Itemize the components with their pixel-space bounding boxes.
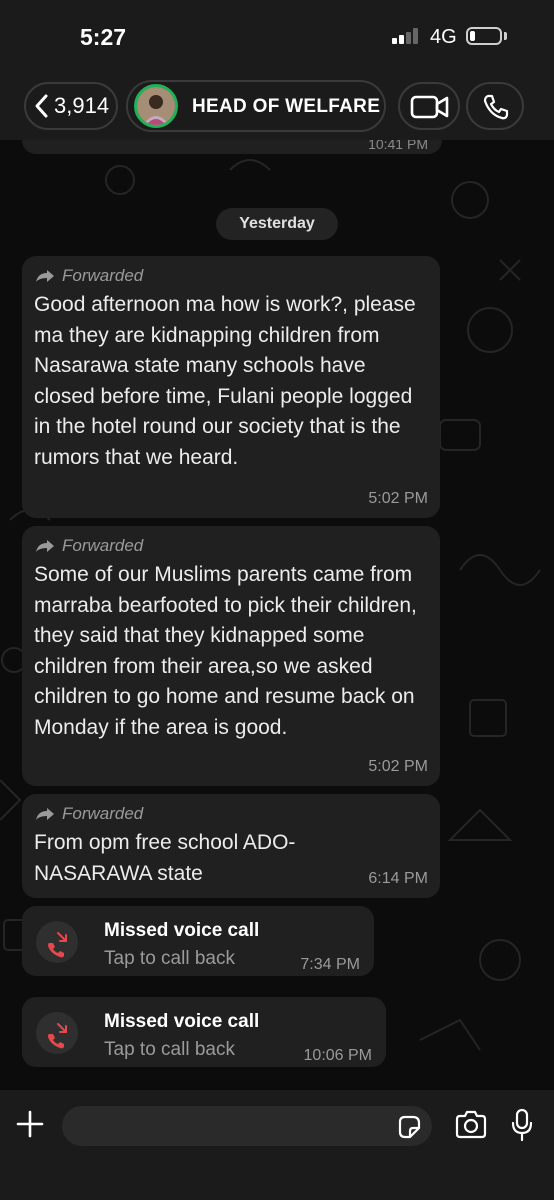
camera-icon[interactable]: [454, 1110, 488, 1140]
message-time: 6:14 PM: [368, 870, 428, 887]
avatar[interactable]: [134, 84, 178, 128]
video-call-button[interactable]: [398, 82, 460, 130]
previous-message-bubble[interactable]: 10:41 PM: [22, 140, 442, 154]
status-time: 5:27: [80, 24, 127, 50]
call-title: Missed voice call: [104, 1011, 260, 1032]
missed-call-icon: [36, 921, 78, 963]
signal-icon: [392, 28, 418, 44]
call-time: 10:06 PM: [303, 1047, 372, 1064]
message-time: 5:02 PM: [368, 758, 428, 775]
forward-arrow-icon: [36, 808, 54, 820]
message-input[interactable]: [62, 1106, 432, 1146]
message-bubble[interactable]: Forwarded From opm free school ADO-NASAR…: [22, 794, 440, 898]
network-type: 4G: [430, 26, 457, 48]
forwarded-label: Forwarded: [34, 536, 426, 556]
contact-info-button[interactable]: HEAD OF WELFARE: [126, 80, 386, 132]
forwarded-label: Forwarded: [34, 804, 426, 824]
forward-arrow-icon: [36, 270, 54, 282]
forward-arrow-icon: [36, 540, 54, 552]
message-text: From opm free school ADO-NASARAWA state: [34, 831, 296, 885]
contact-name: HEAD OF WELFARE: [192, 96, 381, 117]
back-chevron-icon: [35, 94, 48, 118]
message-text: Some of our Muslims parents came from ma…: [34, 563, 417, 739]
plus-icon[interactable]: [14, 1108, 46, 1140]
video-call-icon: [410, 95, 449, 119]
message-bubble[interactable]: Forwarded Good afternoon ma how is work?…: [22, 256, 440, 518]
status-bar: 5:27 4G: [0, 0, 554, 76]
message-input-bar: [0, 1090, 554, 1200]
call-back-text[interactable]: Tap to call back: [104, 948, 235, 970]
message-time: 5:02 PM: [368, 490, 428, 507]
voice-call-button[interactable]: [466, 82, 524, 130]
microphone-icon[interactable]: [510, 1108, 534, 1142]
call-time: 7:34 PM: [300, 956, 360, 973]
unread-count: 3,914: [54, 93, 110, 118]
missed-call-bubble[interactable]: Missed voice call Tap to call back 7:34 …: [22, 906, 374, 976]
chat-header: 3,914 HEAD OF WELFARE: [0, 76, 554, 140]
call-title: Missed voice call: [104, 920, 260, 941]
date-separator: Yesterday: [216, 208, 338, 240]
phone-icon: [483, 94, 509, 120]
missed-call-bubble[interactable]: Missed voice call Tap to call back 10:06…: [22, 997, 386, 1067]
back-button[interactable]: 3,914: [24, 82, 118, 130]
forwarded-label: Forwarded: [34, 266, 426, 286]
battery-icon: [466, 27, 502, 45]
message-time: 10:41 PM: [368, 140, 428, 152]
sticker-icon[interactable]: [396, 1114, 422, 1140]
call-back-text[interactable]: Tap to call back: [104, 1039, 235, 1061]
message-text: Good afternoon ma how is work?, please m…: [34, 293, 416, 469]
missed-call-icon: [36, 1012, 78, 1054]
message-bubble[interactable]: Forwarded Some of our Muslims parents ca…: [22, 526, 440, 786]
